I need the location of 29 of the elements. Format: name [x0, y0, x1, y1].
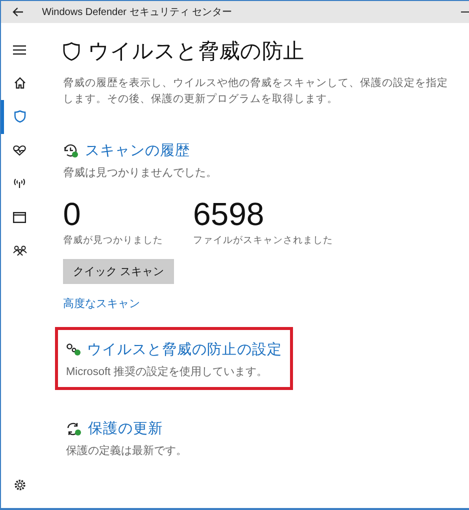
people-icon[interactable] [12, 245, 26, 256]
quick-scan-button[interactable]: クイック スキャン [63, 259, 174, 284]
home-icon[interactable] [14, 77, 26, 90]
section-link[interactable]: 保護の更新 [88, 419, 163, 438]
section-link[interactable]: ウイルスと脅威の防止の設定 [87, 340, 282, 359]
window-icon[interactable] [13, 212, 26, 223]
refresh-check-icon [66, 422, 82, 436]
advanced-scan-link[interactable]: 高度なスキャン [63, 296, 140, 311]
menu-icon[interactable] [13, 44, 26, 55]
stat-value: 6598 [193, 196, 266, 232]
window-title: Windows Defender セキュリティ センター [42, 6, 234, 19]
status-text: Microsoft 推奨の設定を使用しています。 [66, 364, 269, 379]
wireless-icon[interactable] [13, 178, 26, 190]
status-text: 保護の定義は最新です。 [66, 444, 187, 458]
gears-check-icon [66, 343, 81, 356]
stat-value: 0 [63, 196, 82, 232]
status-text: 脅威は見つかりませんでした。 [63, 166, 217, 180]
back-arrow-icon[interactable] [12, 7, 24, 17]
stat-label: 脅威が見つかりました [63, 234, 163, 247]
heart-icon[interactable] [13, 144, 26, 156]
shield-icon [63, 42, 80, 60]
clock-check-icon [63, 143, 79, 158]
page-description: 脅威の履歴を表示し、ウイルスや他の脅威をスキャンして、保護の設定を指定します。その後、保護の更新プログラムを取得します。 [63, 76, 449, 107]
shield-icon[interactable] [14, 110, 26, 124]
page-title: ウイルスと脅威の防止 [88, 39, 304, 65]
section-link[interactable]: スキャンの履歴 [85, 141, 190, 160]
stat-label: ファイルがスキャンされました [193, 234, 333, 247]
settings-icon[interactable] [14, 479, 26, 492]
minimize-icon[interactable] [461, 11, 469, 13]
